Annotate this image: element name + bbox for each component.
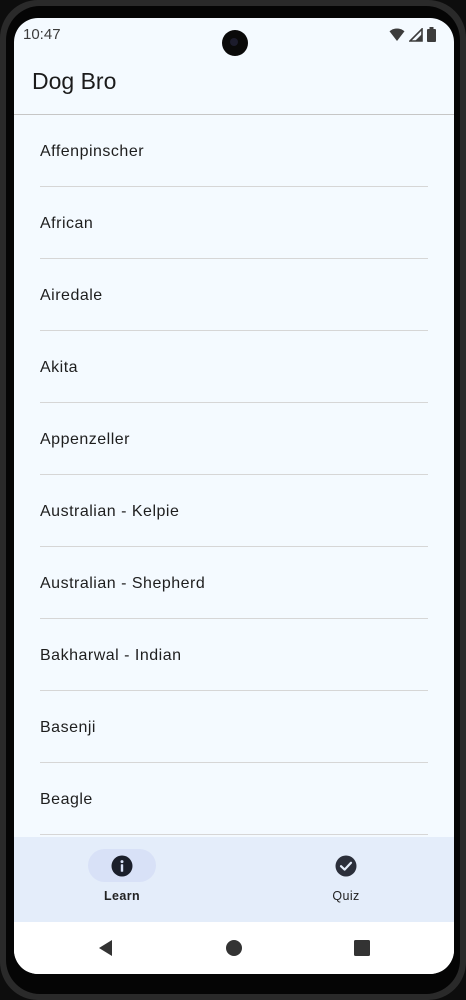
breed-name: Akita [40,359,79,376]
nav-label-quiz: Quiz [332,889,360,903]
wifi-icon [389,28,405,41]
breed-list-item[interactable]: African [40,187,428,259]
back-icon[interactable] [96,938,116,958]
status-time: 10:47 [23,26,61,43]
home-icon[interactable] [224,938,244,958]
breed-list-item[interactable]: Akita [40,331,428,403]
breed-list-item[interactable]: Appenzeller [40,403,428,475]
breed-name: Bakharwal - Indian [40,647,182,664]
breed-name: Australian - Shepherd [40,575,206,592]
info-icon [111,855,133,877]
status-bar: 10:47 [14,18,454,56]
breed-list[interactable]: Affenpinscher African Airedale Akita App… [14,115,454,837]
breed-name: Australian - Kelpie [40,503,180,520]
nav-label-learn: Learn [103,889,141,903]
recents-icon[interactable] [352,938,372,958]
breed-name: Basenji [40,719,96,736]
nav-item-quiz[interactable]: Quiz [234,837,454,922]
breed-list-item[interactable]: Affenpinscher [40,115,428,187]
breed-name: Airedale [40,287,103,304]
breed-list-item[interactable]: Australian - Shepherd [40,547,428,619]
status-icons [389,27,436,42]
nav-item-learn[interactable]: Learn [14,837,234,922]
app-title: Dog Bro [32,68,117,94]
cell-signal-icon [409,27,423,42]
top-app-bar: Dog Bro [14,52,454,115]
breed-list-item[interactable]: Australian - Kelpie [40,475,428,547]
breed-name: Appenzeller [40,431,130,448]
breed-list-item[interactable]: Beagle [40,763,428,835]
breed-list-item[interactable]: Basenji [40,691,428,763]
breed-list-item[interactable]: Airedale [40,259,428,331]
check-circle-icon [335,855,357,877]
breed-name: Beagle [40,791,93,808]
system-navigation-bar [14,922,454,974]
breed-name: Affenpinscher [40,143,145,160]
screen: 10:47 Dog Bro Affenpinscher African Aire… [14,18,454,974]
breed-name: African [40,215,94,232]
breed-list-item[interactable]: Bakharwal - Indian [40,619,428,691]
battery-icon [427,27,436,42]
bottom-navigation: Learn Quiz [14,837,454,922]
